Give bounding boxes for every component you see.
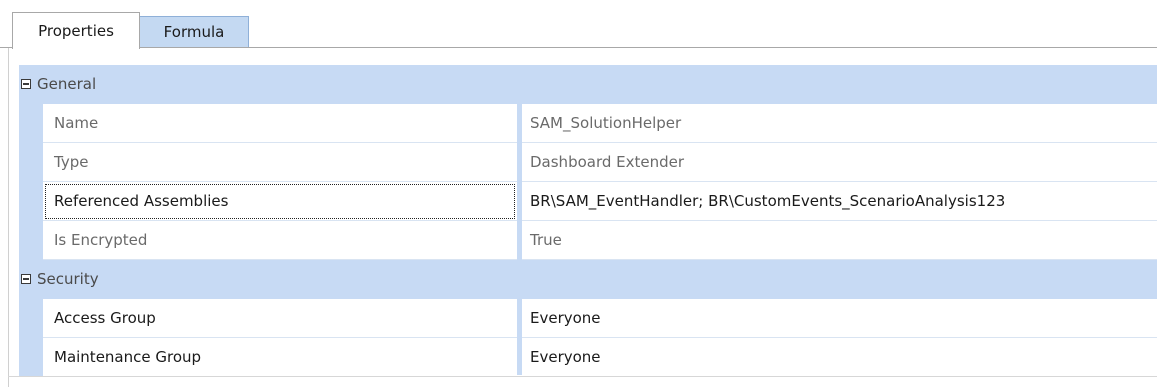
property-row-access-group[interactable]: Access Group Everyone	[19, 299, 1157, 338]
property-row-type[interactable]: Type Dashboard Extender	[19, 143, 1157, 182]
property-name-name: Name	[43, 104, 517, 143]
category-security[interactable]: Security	[19, 260, 1157, 299]
row-gutter	[19, 104, 43, 143]
property-editor: Properties Formula General Name SAM_Solu…	[0, 0, 1157, 387]
row-gutter	[19, 221, 43, 260]
panel-left-border	[8, 48, 9, 387]
tab-baseline	[0, 47, 1157, 48]
property-row-maintenance-group[interactable]: Maintenance Group Everyone	[19, 338, 1157, 377]
property-name-referenced-assemblies: Referenced Assemblies	[43, 182, 517, 221]
row-gutter	[19, 182, 43, 221]
tab-formula[interactable]: Formula	[140, 16, 249, 47]
property-name-type: Type	[43, 143, 517, 182]
property-row-is-encrypted[interactable]: Is Encrypted True	[19, 221, 1157, 260]
collapse-security-icon[interactable]	[21, 274, 31, 284]
property-row-name[interactable]: Name SAM_SolutionHelper	[19, 104, 1157, 143]
collapse-general-icon[interactable]	[21, 79, 31, 89]
row-gutter	[19, 299, 43, 338]
property-value-name[interactable]: SAM_SolutionHelper	[522, 104, 1157, 143]
tab-properties[interactable]: Properties	[12, 12, 140, 49]
property-name-access-group: Access Group	[43, 299, 517, 338]
property-value-access-group[interactable]: Everyone	[522, 299, 1157, 338]
property-value-referenced-assemblies[interactable]: BR\SAM_EventHandler; BR\CustomEvents_Sce…	[522, 182, 1157, 221]
property-value-maintenance-group[interactable]: Everyone	[522, 338, 1157, 377]
property-grid: General Name SAM_SolutionHelper Type Das…	[19, 65, 1157, 377]
tab-properties-label: Properties	[38, 22, 114, 40]
tab-formula-label: Formula	[163, 23, 225, 41]
row-gutter	[19, 143, 43, 182]
property-name-is-encrypted: Is Encrypted	[43, 221, 517, 260]
property-row-referenced-assemblies[interactable]: Referenced Assemblies BR\SAM_EventHandle…	[19, 182, 1157, 221]
property-name-maintenance-group: Maintenance Group	[43, 338, 517, 377]
tab-strip: Properties Formula	[0, 0, 1157, 49]
row-gutter	[19, 338, 43, 377]
property-value-is-encrypted[interactable]: True	[522, 221, 1157, 260]
category-security-label: Security	[37, 270, 99, 288]
grid-bottom-border	[8, 376, 1157, 377]
property-value-type[interactable]: Dashboard Extender	[522, 143, 1157, 182]
column-splitter[interactable]	[517, 65, 522, 375]
category-general[interactable]: General	[19, 65, 1157, 104]
category-general-label: General	[37, 75, 97, 93]
